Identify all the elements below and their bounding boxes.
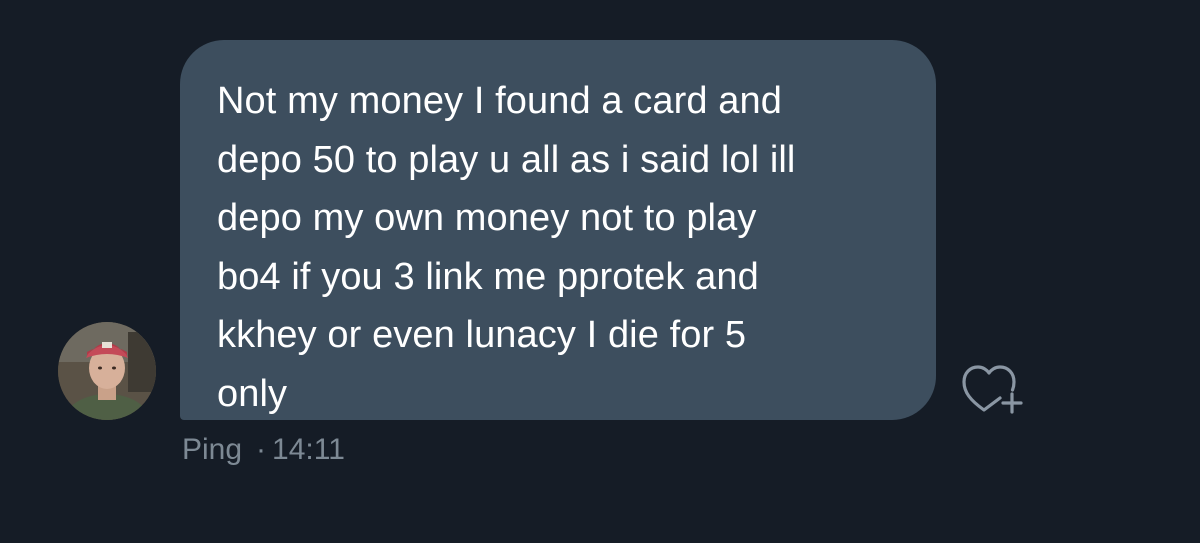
dm-conversation: Not my money I found a card and depo 50 … bbox=[0, 0, 1200, 543]
message-timestamp: 14:11 bbox=[272, 433, 345, 466]
avatar-image bbox=[58, 322, 156, 420]
sender-name: Ping bbox=[182, 433, 243, 466]
message-text: Not my money I found a card and depo 50 … bbox=[217, 80, 796, 415]
message-meta: Ping · 14:11 bbox=[182, 430, 345, 470]
meta-separator: · bbox=[256, 433, 267, 466]
add-reaction-button[interactable] bbox=[960, 358, 1030, 416]
message-bubble[interactable]: Not my money I found a card and depo 50 … bbox=[180, 40, 936, 420]
heart-plus-icon bbox=[962, 365, 1023, 414]
avatar[interactable] bbox=[58, 322, 156, 420]
